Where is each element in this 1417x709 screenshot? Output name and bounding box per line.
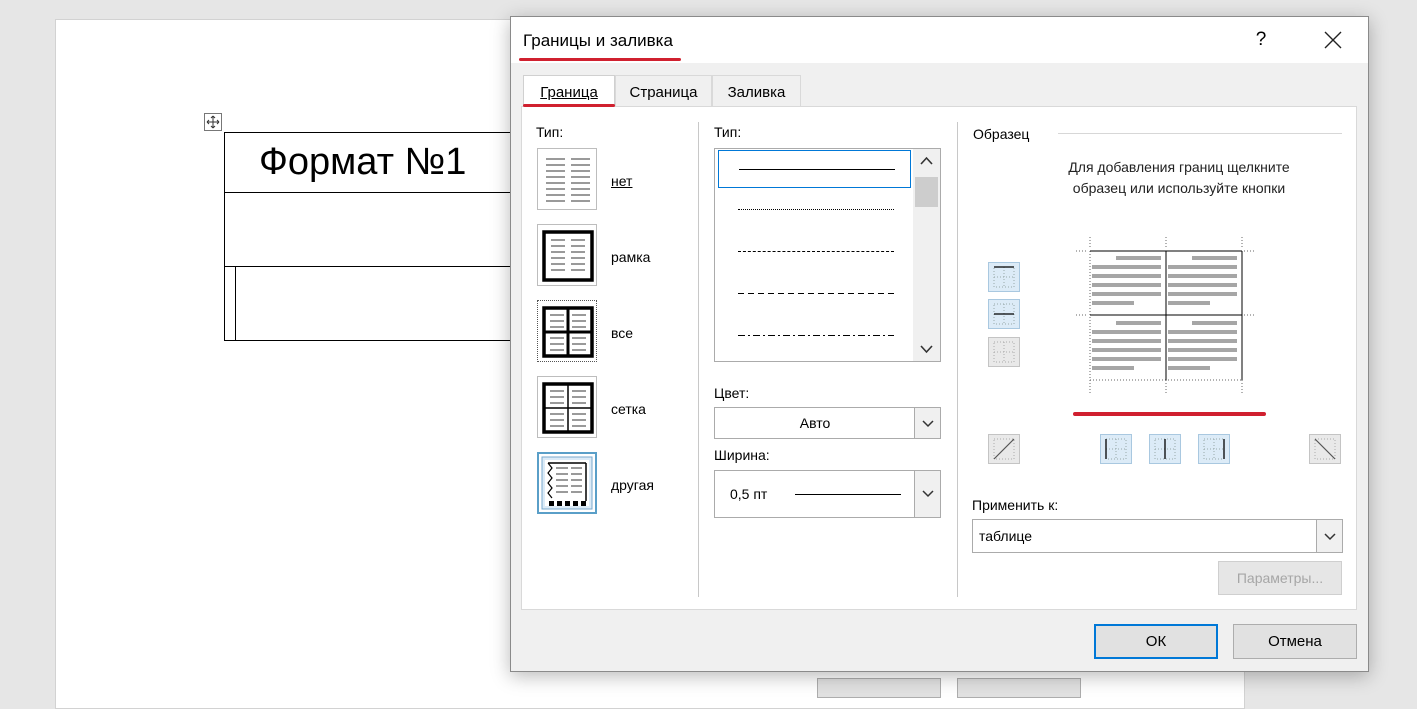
tab-border[interactable]: Граница: [523, 75, 615, 107]
chevron-down-icon: [920, 345, 933, 354]
bottom-border-button[interactable]: [988, 337, 1020, 367]
apply-to-dropdown-arrow[interactable]: [1316, 520, 1342, 552]
background-button: [957, 678, 1081, 698]
preview-label: Образец: [973, 126, 1030, 142]
style-item-solid[interactable]: [718, 150, 911, 188]
table-preview-icon: [1076, 237, 1256, 393]
border-inside-horizontal-icon: [993, 303, 1015, 325]
table-move-handle-icon[interactable]: [204, 113, 222, 131]
chevron-down-icon: [922, 490, 934, 498]
diagonal-up-icon: [993, 438, 1015, 460]
instruction-line: Для добавления границ щелкните: [1068, 159, 1290, 175]
chevron-down-icon: [922, 420, 934, 428]
left-border-button[interactable]: [1100, 434, 1132, 464]
document-table[interactable]: Формат №1: [224, 132, 524, 341]
preset-box-label[interactable]: рамка: [611, 249, 650, 265]
preset-none-button[interactable]: [537, 148, 597, 210]
scroll-thumb[interactable]: [915, 177, 938, 207]
instruction-line: образец или используйте кнопки: [1072, 180, 1286, 196]
tab-annotation-underline: [523, 104, 615, 107]
preset-all-label[interactable]: все: [611, 325, 633, 341]
preset-box-icon: [542, 230, 594, 282]
diagonal-down-icon: [1314, 438, 1336, 460]
tab-shading-label: Заливка: [727, 84, 786, 101]
width-select-value: 0,5 пт: [730, 486, 768, 502]
borders-and-shading-dialog: Границы и заливка ? Граница Страница Зал…: [510, 16, 1369, 672]
style-item-dashed-small[interactable]: [718, 233, 911, 271]
width-select[interactable]: 0,5 пт: [714, 470, 941, 518]
border-bottom-icon: [993, 341, 1015, 363]
tab-border-label: Граница: [540, 84, 598, 101]
preset-none-label[interactable]: нет: [611, 173, 632, 189]
preset-all-icon: [542, 306, 594, 358]
chevron-down-icon: [1324, 533, 1336, 541]
diagonal-up-border-button[interactable]: [988, 434, 1020, 464]
width-label: Ширина:: [714, 447, 770, 463]
width-line-sample: [795, 494, 901, 495]
background-button: [817, 678, 941, 698]
help-button[interactable]: ?: [1246, 25, 1276, 55]
top-border-button[interactable]: [988, 262, 1020, 292]
table-row[interactable]: [225, 193, 524, 267]
cancel-button[interactable]: Отмена: [1233, 624, 1357, 659]
border-preview-sample[interactable]: [1074, 235, 1264, 410]
column-divider: [698, 122, 699, 597]
apply-to-value: таблице: [979, 528, 1033, 544]
table-title-cell: Формат №1: [259, 141, 467, 183]
tab-page-label: Страница: [629, 84, 698, 101]
title-annotation-underline: [519, 58, 681, 61]
preset-custom-label[interactable]: другая: [611, 477, 654, 493]
presets-label: Тип:: [536, 124, 564, 140]
border-right-icon: [1203, 438, 1225, 460]
table-cell-border: [235, 267, 236, 341]
style-list-scrollbar[interactable]: [913, 149, 940, 361]
dialog-title: Границы и заливка: [523, 31, 673, 50]
diagonal-down-border-button[interactable]: [1309, 434, 1341, 464]
preset-custom-icon: [541, 456, 593, 510]
chevron-up-icon: [920, 156, 933, 165]
color-select[interactable]: Авто: [714, 407, 941, 439]
tab-page[interactable]: Страница: [615, 75, 712, 106]
border-style-list[interactable]: [714, 148, 941, 362]
color-label: Цвет:: [714, 385, 750, 401]
style-item-dash-dot[interactable]: [718, 317, 911, 355]
color-select-value: Авто: [799, 415, 831, 431]
preset-all-button[interactable]: [537, 300, 597, 362]
apply-to-label: Применить к:: [972, 497, 1059, 513]
preview-separator: [1058, 133, 1342, 134]
style-item-dotted[interactable]: [718, 191, 911, 229]
border-inside-vertical-icon: [1154, 438, 1176, 460]
preview-annotation-underline: [1073, 412, 1266, 416]
right-border-button[interactable]: [1198, 434, 1230, 464]
style-item-dashed[interactable]: [718, 275, 911, 313]
options-button[interactable]: Параметры...: [1218, 561, 1342, 595]
preview-instruction: Для добавления границ щелкните образец и…: [1029, 157, 1329, 199]
table-row[interactable]: Формат №1: [225, 133, 524, 193]
preset-custom-button[interactable]: [537, 452, 597, 514]
dialog-titlebar[interactable]: Границы и заливка ?: [511, 17, 1368, 63]
border-top-icon: [993, 266, 1015, 288]
inside-horizontal-border-button[interactable]: [988, 299, 1020, 329]
preset-grid-button[interactable]: [537, 376, 597, 438]
apply-to-select[interactable]: таблице: [972, 519, 1343, 553]
close-button[interactable]: [1311, 23, 1355, 57]
preset-grid-icon: [542, 382, 594, 434]
ok-button[interactable]: ОК: [1094, 624, 1218, 659]
preset-box-button[interactable]: [537, 224, 597, 286]
border-left-icon: [1105, 438, 1127, 460]
color-dropdown-arrow[interactable]: [914, 408, 940, 438]
border-tab-panel: Тип: нет рамка все сетка другая Тип: Цве…: [521, 106, 1357, 610]
width-dropdown-arrow[interactable]: [914, 471, 940, 517]
inside-vertical-border-button[interactable]: [1149, 434, 1181, 464]
preset-none-icon: [546, 158, 590, 202]
tab-shading[interactable]: Заливка: [712, 75, 801, 106]
preset-grid-label[interactable]: сетка: [611, 401, 646, 417]
style-label: Тип:: [714, 124, 742, 140]
column-divider: [957, 122, 958, 597]
close-icon: [1324, 31, 1342, 49]
